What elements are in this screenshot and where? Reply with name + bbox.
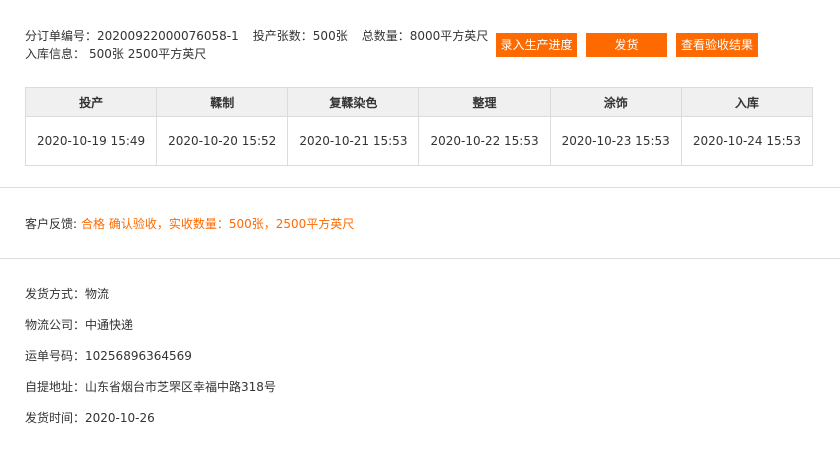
total-value: 8000平方英尺 [409,29,489,43]
step-header: 鞣制 [156,87,289,117]
ship-company-label: 物流公司： [25,318,86,332]
step-time: 2020-10-24 15:53 [680,116,814,166]
feedback-value: 合格 确认验收，实收数量：500张，2500平方英尺 [81,217,355,231]
sheets-value: 500张 [312,29,348,43]
ship-time-value: 2020-10-26 [85,411,155,425]
customer-feedback: 客户反馈: 合格 确认验收，实收数量：500张，2500平方英尺 [25,215,354,233]
ship-company-row: 物流公司：中通快递 [25,316,276,347]
step-time: 2020-10-22 15:53 [418,116,551,166]
divider [0,258,840,259]
view-result-button[interactable]: 查看验收结果 [676,33,758,57]
order-no-label: 分订单编号： [25,29,98,43]
ship-method-label: 发货方式： [25,287,86,301]
sheets-label: 投产张数： [252,29,313,43]
step-time: 2020-10-21 15:53 [287,116,420,166]
step-header: 整理 [418,87,551,117]
step-header: 入库 [680,87,814,117]
waybill-value: 10256896364569 [85,349,192,363]
ship-company-value: 中通快递 [85,318,134,332]
waybill-label: 运单号码： [25,349,86,363]
order-no: 20200922000076058-1 [97,29,239,43]
production-steps-table: 投产 鞣制 复鞣染色 整理 涂饰 入库 2020-10-19 15:49 202… [24,87,814,166]
order-line-1: 分订单编号：20200922000076058-1 投产张数：500张 总数量：80… [25,27,488,45]
ship-time-row: 发货时间：2020-10-26 [25,409,276,440]
divider [0,187,840,188]
step-header: 投产 [24,87,158,117]
waybill-row: 运单号码：10256896364569 [25,347,276,378]
order-line-2: 入库信息： 500张 2500平方英尺 [25,45,488,63]
ship-method-value: 物流 [85,287,110,301]
address-row: 自提地址：山东省烟台市芝罘区幸福中路318号 [25,378,276,409]
address-label: 自提地址： [25,380,86,394]
shipping-info: 发货方式：物流 物流公司：中通快递 运单号码：10256896364569 自提… [25,285,276,440]
ship-method-row: 发货方式：物流 [25,285,276,316]
total-label: 总数量： [361,29,410,43]
storage-label: 入库信息： [25,47,86,61]
table-row: 2020-10-19 15:49 2020-10-20 15:52 2020-1… [24,116,814,166]
record-progress-button[interactable]: 录入生产进度 [496,33,577,57]
step-time: 2020-10-20 15:52 [156,116,289,166]
storage-value: 500张 2500平方英尺 [89,47,207,61]
step-time: 2020-10-19 15:49 [24,116,158,166]
step-header: 复鞣染色 [287,87,420,117]
feedback-label: 客户反馈: [25,217,78,231]
order-info: 分订单编号：20200922000076058-1 投产张数：500张 总数量：80… [25,27,488,63]
ship-button[interactable]: 发货 [586,33,667,57]
table-header-row: 投产 鞣制 复鞣染色 整理 涂饰 入库 [24,87,814,117]
step-header: 涂饰 [549,87,682,117]
ship-time-label: 发货时间： [25,411,86,425]
step-time: 2020-10-23 15:53 [549,116,682,166]
address-value: 山东省烟台市芝罘区幸福中路318号 [85,380,276,394]
